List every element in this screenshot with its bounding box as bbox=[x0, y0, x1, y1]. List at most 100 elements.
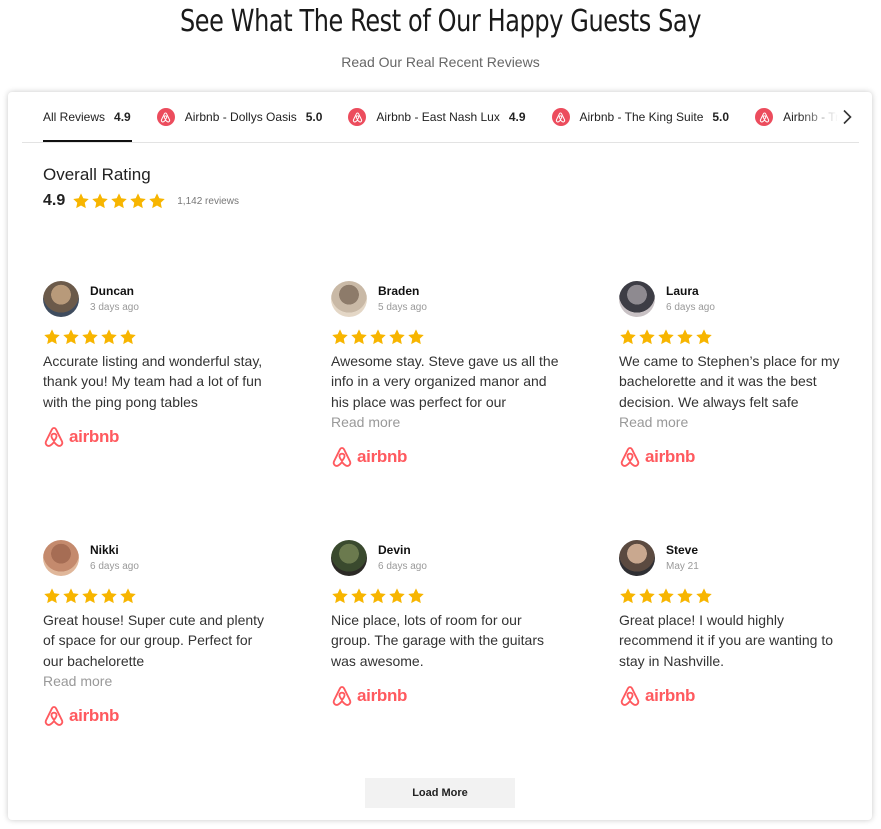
tab-airbnb-the-king-suite[interactable]: Airbnb - The King Suite 5.0 bbox=[551, 92, 729, 142]
review-date: 5 days ago bbox=[378, 301, 427, 313]
read-more-link[interactable]: Read more bbox=[331, 412, 561, 432]
reviewer-info: Laura 6 days ago bbox=[666, 284, 715, 315]
airbnb-icon bbox=[332, 446, 352, 467]
reviewer: Nikki 6 days ago bbox=[43, 540, 283, 576]
read-more-link[interactable]: Read more bbox=[43, 671, 273, 691]
avatar[interactable] bbox=[331, 281, 367, 317]
avatar[interactable] bbox=[43, 540, 79, 576]
star-icon bbox=[73, 193, 89, 209]
load-more-button[interactable]: Load More bbox=[365, 778, 515, 808]
airbnb-icon bbox=[620, 685, 640, 706]
review-card: Devin 6 days ago Nice place, lots of roo… bbox=[331, 540, 571, 708]
star-icon bbox=[677, 329, 693, 345]
star-icon bbox=[332, 588, 348, 604]
star-icon bbox=[63, 329, 79, 345]
tab-label: All Reviews bbox=[43, 110, 106, 124]
review-date: 6 days ago bbox=[90, 560, 139, 572]
airbnb-logo[interactable]: airbnb bbox=[619, 445, 859, 469]
reviews-widget: All Reviews 4.9 Airbnb - Dollys Oasis 5.… bbox=[8, 92, 872, 820]
reviewer-name[interactable]: Devin bbox=[378, 543, 427, 558]
tab-label: Airbnb - Dollys Oasis bbox=[184, 110, 297, 124]
review-date: 6 days ago bbox=[378, 560, 427, 572]
star-icon bbox=[620, 588, 636, 604]
reviewer-name[interactable]: Braden bbox=[378, 284, 427, 299]
tabs-track: All Reviews 4.9 Airbnb - Dollys Oasis 5.… bbox=[22, 92, 838, 142]
source-tabs: All Reviews 4.9 Airbnb - Dollys Oasis 5.… bbox=[22, 92, 859, 143]
review-text: We came to Stephen’s place for my bachel… bbox=[619, 351, 849, 432]
airbnb-wordmark: airbnb bbox=[357, 446, 408, 466]
reviewer: Laura 6 days ago bbox=[619, 281, 859, 317]
review-date: 3 days ago bbox=[90, 301, 139, 313]
airbnb-logo[interactable]: airbnb bbox=[43, 704, 283, 728]
star-icon bbox=[351, 588, 367, 604]
overall-rating-title: Overall Rating bbox=[43, 165, 151, 184]
airbnb-icon bbox=[755, 108, 774, 126]
reviewer: Devin 6 days ago bbox=[331, 540, 571, 576]
star-icon bbox=[389, 588, 405, 604]
page-subtitle: Read Our Real Recent Reviews bbox=[341, 54, 540, 70]
star-icon bbox=[120, 588, 136, 604]
airbnb-logo[interactable]: airbnb bbox=[331, 445, 571, 469]
overall-rating-row: 4.9 1,142 reviews bbox=[43, 192, 239, 210]
airbnb-wordmark: airbnb bbox=[645, 685, 696, 705]
star-icon bbox=[370, 329, 386, 345]
reviewer-name[interactable]: Nikki bbox=[90, 543, 139, 558]
airbnb-icon bbox=[348, 108, 367, 126]
airbnb-logo[interactable]: airbnb bbox=[43, 425, 283, 449]
reviewer-info: Devin 6 days ago bbox=[378, 543, 427, 574]
tab-label: Airbnb - East Nash Lux bbox=[376, 110, 500, 124]
airbnb-icon bbox=[332, 685, 352, 706]
reviewer-info: Nikki 6 days ago bbox=[90, 543, 139, 574]
chevron-right-icon[interactable] bbox=[835, 104, 859, 130]
star-icon bbox=[408, 588, 424, 604]
avatar[interactable] bbox=[619, 540, 655, 576]
reviewer-name[interactable]: Laura bbox=[666, 284, 715, 299]
avatar[interactable] bbox=[619, 281, 655, 317]
review-text: Accurate listing and wonderful stay, tha… bbox=[43, 351, 273, 412]
airbnb-icon bbox=[44, 705, 64, 726]
review-body: Nice place, lots of room for our group. … bbox=[331, 612, 544, 669]
airbnb-wordmark: airbnb bbox=[645, 446, 696, 466]
airbnb-icon bbox=[156, 108, 175, 126]
airbnb-wordmark: airbnb bbox=[69, 705, 120, 725]
review-body: Awesome stay. Steve gave us all the info… bbox=[331, 353, 559, 410]
tab-airbnb-dollys-oasis[interactable]: Airbnb - Dollys Oasis 5.0 bbox=[156, 92, 322, 142]
tab-rating: 4.9 bbox=[508, 110, 526, 124]
airbnb-icon bbox=[551, 108, 570, 126]
reviewer: Duncan 3 days ago bbox=[43, 281, 283, 317]
tab-all-reviews[interactable]: All Reviews 4.9 bbox=[22, 92, 132, 142]
star-icon bbox=[639, 588, 655, 604]
star-icon bbox=[82, 329, 98, 345]
page-title: See What The Rest of Our Happy Guests Sa… bbox=[179, 4, 702, 39]
review-stars bbox=[331, 587, 571, 605]
star-icon bbox=[658, 329, 674, 345]
star-icon bbox=[44, 329, 60, 345]
review-body: Great place! I would highly recommend it… bbox=[619, 612, 833, 669]
review-text: Nice place, lots of room for our group. … bbox=[331, 610, 561, 671]
review-stars bbox=[619, 587, 859, 605]
avatar[interactable] bbox=[331, 540, 367, 576]
airbnb-logo[interactable]: airbnb bbox=[619, 684, 859, 708]
tab-airbnb-east-nash-lux[interactable]: Airbnb - East Nash Lux 4.9 bbox=[348, 92, 526, 142]
star-icon bbox=[658, 588, 674, 604]
star-icon bbox=[101, 329, 117, 345]
star-icon bbox=[82, 588, 98, 604]
reviewer-name[interactable]: Duncan bbox=[90, 284, 139, 299]
airbnb-wordmark: airbnb bbox=[69, 426, 120, 446]
reviewer-name[interactable]: Steve bbox=[666, 543, 699, 558]
star-icon bbox=[677, 588, 693, 604]
review-card: Nikki 6 days ago Great house! Super cute… bbox=[43, 540, 283, 728]
read-more-link[interactable]: Read more bbox=[619, 412, 849, 432]
review-date: 6 days ago bbox=[666, 301, 715, 313]
review-stars bbox=[619, 328, 859, 346]
avatar[interactable] bbox=[43, 281, 79, 317]
star-icon bbox=[111, 193, 127, 209]
review-stars bbox=[43, 328, 283, 346]
tabs-viewport: All Reviews 4.9 Airbnb - Dollys Oasis 5.… bbox=[22, 92, 838, 143]
airbnb-logo[interactable]: airbnb bbox=[331, 684, 571, 708]
star-icon bbox=[389, 329, 405, 345]
review-card: Braden 5 days ago Awesome stay. Steve ga… bbox=[331, 281, 571, 469]
star-icon bbox=[44, 588, 60, 604]
review-stars bbox=[43, 587, 283, 605]
review-card: Steve May 21 Great place! I would highly… bbox=[619, 540, 859, 708]
